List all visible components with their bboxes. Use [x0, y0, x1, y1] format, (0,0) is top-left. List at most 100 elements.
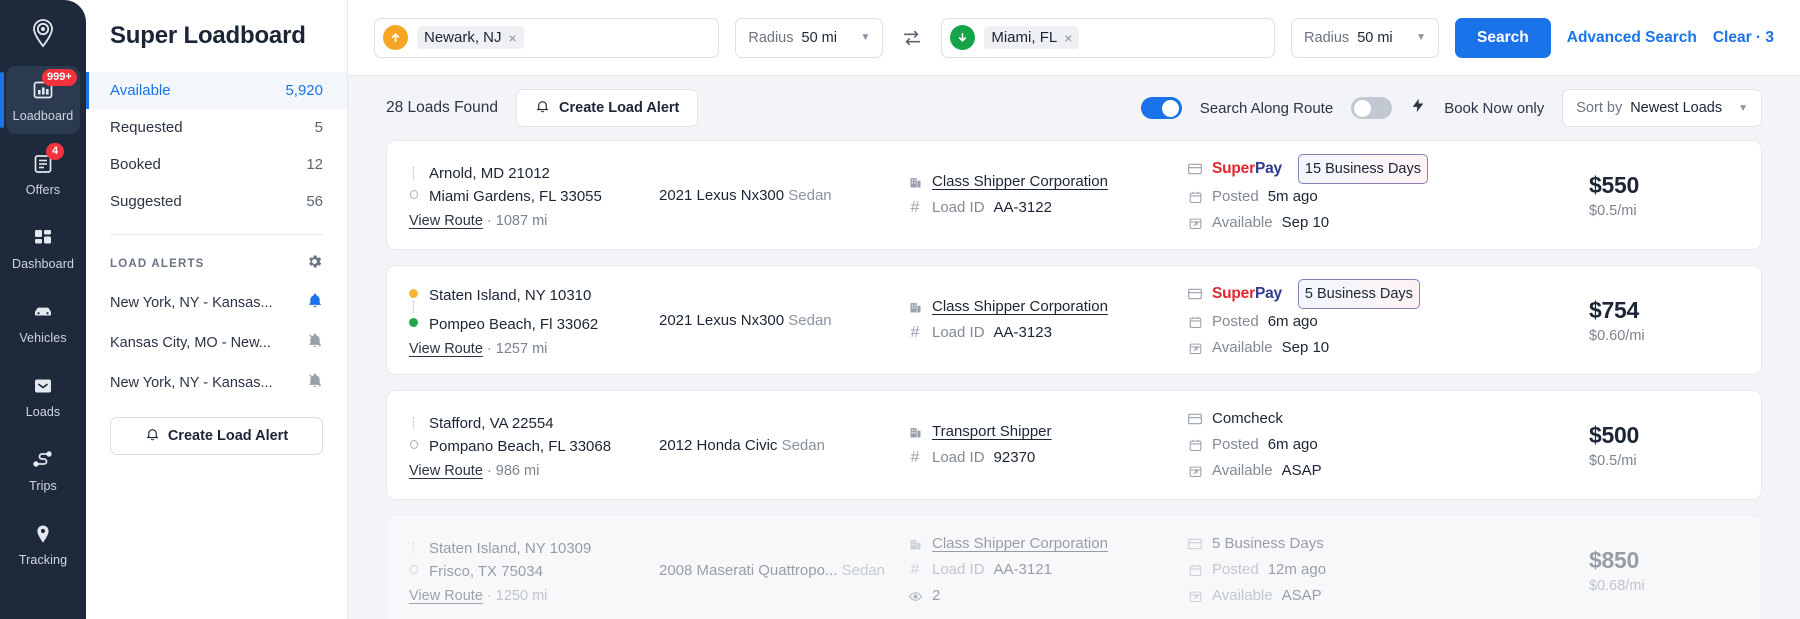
toolbar-create-load-alert-button[interactable]: Create Load Alert: [516, 89, 698, 127]
origin-radius-value: 50 mi: [802, 30, 837, 46]
route-destination-row: Miami Gardens, FL 33055: [409, 185, 659, 208]
destination-location-field[interactable]: Miami, FL ×: [941, 18, 1275, 58]
available-label: Available: [1212, 335, 1273, 361]
available-value: Sep 10: [1282, 335, 1330, 361]
load-price: $500: [1589, 422, 1739, 449]
load-vehicle-column: 2021 Lexus Nx300 Sedan: [659, 312, 907, 329]
destination-radius-label: Radius: [1304, 30, 1349, 46]
sidebar-item-loads[interactable]: Loads: [6, 362, 80, 430]
sidebar-item-vehicles[interactable]: Vehicles: [6, 288, 80, 356]
panel-tab-label: Booked: [110, 156, 161, 173]
shipper-row: Class Shipper Corporation: [907, 294, 1187, 320]
building-icon: [907, 537, 923, 552]
page-title: Super Loadboard: [86, 0, 347, 70]
panel-tab-label: Requested: [110, 119, 183, 136]
load-price-per-mile: $0.5/mi: [1589, 453, 1739, 469]
sidebar-item-trips[interactable]: Trips: [6, 436, 80, 504]
route-destination-row: Frisco, TX 75034: [409, 560, 659, 583]
payment-row: 5 Business Days: [1187, 531, 1589, 557]
load-id-row: # Load ID 92370: [907, 445, 1187, 471]
load-shipper-name[interactable]: Transport Shipper: [932, 419, 1052, 445]
load-origin: Staten Island, NY 10310: [429, 284, 591, 307]
load-origin: Stafford, VA 22554: [429, 412, 554, 435]
available-label: Available: [1212, 458, 1273, 484]
route-destination-row: Pompano Beach, FL 33068: [409, 435, 659, 458]
search-button[interactable]: Search: [1455, 18, 1551, 58]
load-card[interactable]: Staten Island, NY 10310 Pompeo Beach, Fl…: [386, 265, 1762, 375]
loadboard-badge: 999+: [42, 69, 77, 86]
load-vehicle: 2021 Lexus Nx300: [659, 312, 784, 329]
load-id-label: Load ID: [932, 557, 985, 583]
dashboard-icon: [30, 225, 56, 251]
panel-tab-requested[interactable]: Requested 5: [86, 109, 347, 146]
advanced-search-link[interactable]: Advanced Search: [1567, 29, 1697, 47]
building-icon: [907, 175, 923, 190]
panel-tab-available[interactable]: Available 5,920: [86, 72, 347, 109]
search-along-route-toggle[interactable]: [1141, 97, 1182, 119]
load-id-label: Load ID: [932, 320, 985, 346]
panel-tab-booked[interactable]: Booked 12: [86, 146, 347, 183]
sort-by-select[interactable]: Sort by Newest Loads ▼: [1562, 89, 1762, 127]
swap-locations-button[interactable]: [899, 27, 925, 49]
gear-icon[interactable]: [306, 253, 323, 275]
results-toolbar: 28 Loads Found Create Load Alert Search …: [348, 76, 1800, 140]
load-shipper-name[interactable]: Class Shipper Corporation: [932, 294, 1108, 320]
load-vehicle-column: 2012 Honda Civic Sedan: [659, 437, 907, 454]
view-route-link[interactable]: View Route: [409, 341, 483, 357]
panel-tab-suggested[interactable]: Suggested 56: [86, 183, 347, 220]
origin-radius-select[interactable]: Radius 50 mi ▼: [735, 18, 883, 58]
bell-off-icon[interactable]: [307, 332, 323, 354]
load-alert-item[interactable]: New York, NY - Kansas...: [86, 283, 347, 323]
view-route-link[interactable]: View Route: [409, 588, 483, 604]
load-alert-label: Kansas City, MO - New...: [110, 335, 271, 351]
posted-row: Posted 5m ago: [1187, 184, 1589, 210]
load-alert-label: New York, NY - Kansas...: [110, 295, 273, 311]
sidebar-label-offers: Offers: [26, 183, 60, 197]
load-card[interactable]: Staten Island, NY 10309 Frisco, TX 75034…: [386, 515, 1762, 619]
app-logo[interactable]: [17, 8, 69, 60]
route-marker-destination: [409, 185, 418, 199]
origin-location-field[interactable]: Newark, NJ ×: [374, 18, 719, 58]
sidebar-label-dashboard: Dashboard: [12, 257, 74, 271]
view-route-row: View Route · 1257 mi: [409, 341, 659, 357]
panel-create-load-alert-button[interactable]: Create Load Alert: [110, 417, 323, 455]
destination-clear-icon[interactable]: ×: [1064, 31, 1072, 45]
bell-on-icon[interactable]: [307, 292, 323, 314]
load-shipper-name[interactable]: Class Shipper Corporation: [932, 531, 1108, 557]
destination-radius-select[interactable]: Radius 50 mi ▼: [1291, 18, 1439, 58]
available-value: ASAP: [1282, 583, 1322, 609]
calendar-icon: [1187, 315, 1203, 330]
bell-off-icon[interactable]: [307, 372, 323, 394]
shipper-row: Transport Shipper: [907, 419, 1187, 445]
destination-chip[interactable]: Miami, FL ×: [984, 26, 1079, 49]
load-id-value: AA-3122: [994, 195, 1052, 221]
load-payment-column: 5 Business Days Posted 12m ago Availab: [1187, 531, 1589, 609]
posted-row: Posted 6m ago: [1187, 432, 1589, 458]
book-now-only-toggle[interactable]: [1351, 97, 1392, 119]
available-label: Available: [1212, 210, 1273, 236]
load-vehicle-type: Sedan: [782, 437, 825, 454]
payment-row: SuperPay 5 Business Days: [1187, 279, 1589, 309]
load-card[interactable]: Arnold, MD 21012 Miami Gardens, FL 33055…: [386, 140, 1762, 250]
available-value: ASAP: [1282, 458, 1322, 484]
sidebar-item-tracking[interactable]: Tracking: [6, 510, 80, 578]
load-alert-item[interactable]: New York, NY - Kansas...: [86, 363, 347, 403]
origin-chip[interactable]: Newark, NJ ×: [417, 26, 524, 49]
load-vehicle-type: Sedan: [842, 562, 885, 579]
load-card[interactable]: Stafford, VA 22554 Pompano Beach, FL 330…: [386, 390, 1762, 500]
clear-filters-link[interactable]: Clear · 3: [1713, 29, 1774, 47]
view-route-link[interactable]: View Route: [409, 213, 483, 229]
load-alert-item[interactable]: Kansas City, MO - New...: [86, 323, 347, 363]
sidebar-item-dashboard[interactable]: Dashboard: [6, 214, 80, 282]
load-vehicle: 2008 Maserati Quattropo...: [659, 562, 837, 579]
panel-tab-count: 12: [306, 156, 323, 173]
sidebar-item-offers[interactable]: 4 Offers: [6, 140, 80, 208]
panel-tab-list: Available 5,920 Requested 5 Booked 12 Su…: [86, 70, 347, 220]
view-route-link[interactable]: View Route: [409, 463, 483, 479]
bell-icon: [535, 98, 550, 118]
sidebar-item-loadboard[interactable]: 999+ Loadboard: [6, 66, 80, 134]
origin-clear-icon[interactable]: ×: [509, 31, 517, 45]
load-shipper-name[interactable]: Class Shipper Corporation: [932, 169, 1108, 195]
load-id-value: AA-3121: [994, 557, 1052, 583]
route-origin-row: Arnold, MD 21012: [409, 162, 659, 185]
